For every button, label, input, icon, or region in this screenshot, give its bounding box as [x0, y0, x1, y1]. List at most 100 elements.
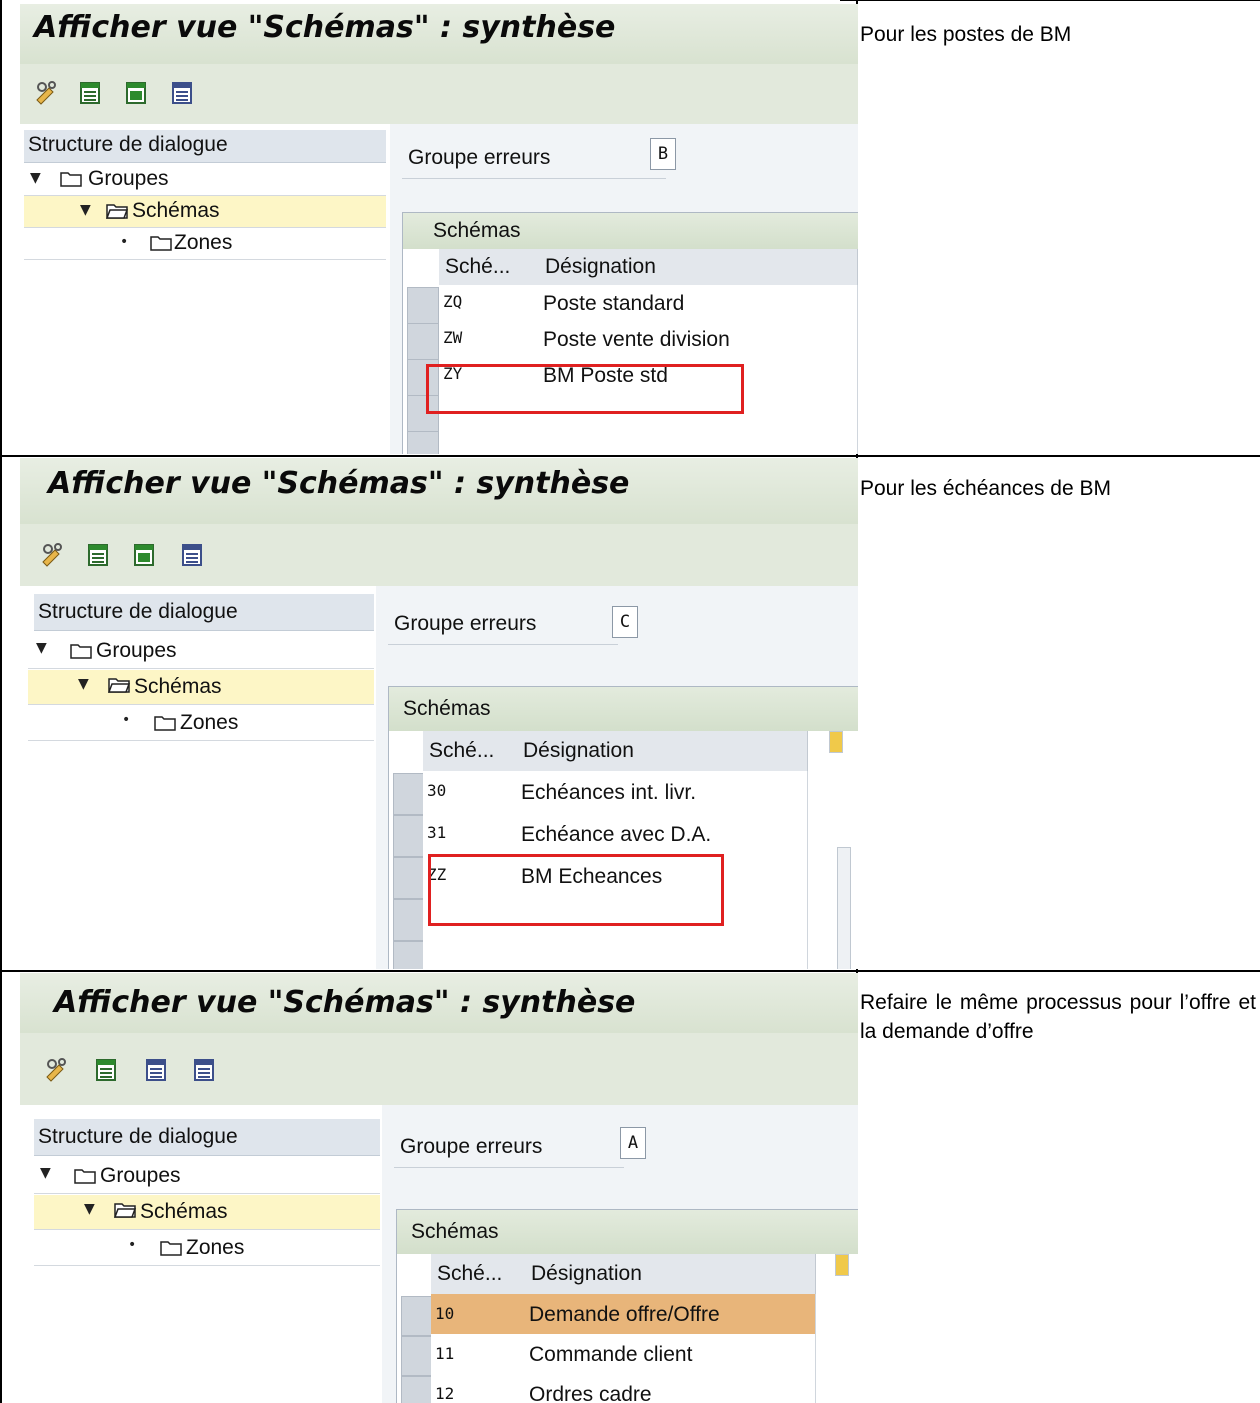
column-config-icon[interactable]	[835, 1254, 849, 1276]
dialog-structure-pane: Structure de dialogue ▼ Groupes ▼ Schéma…	[20, 1105, 382, 1403]
expand-arrow-icon[interactable]: ▼	[78, 676, 89, 692]
note-text: Refaire le même processus pour l’offre e…	[860, 991, 1256, 1043]
glasses-edit-icon[interactable]	[44, 1057, 70, 1083]
schemas-table: Schémas Sché... Désignation ZQ Poste sta…	[402, 212, 858, 454]
column-header-label: Désignation	[531, 1262, 642, 1285]
glasses-edit-icon[interactable]	[40, 542, 66, 568]
tree-node-schemas[interactable]: ▼ Schémas	[24, 196, 386, 228]
table-icon[interactable]	[86, 542, 112, 568]
table-cell-code[interactable]: ZW	[439, 321, 540, 358]
table-title: Schémas	[403, 697, 491, 720]
table-cell-designation[interactable]: Poste standard	[539, 285, 858, 322]
table-cell-code[interactable]: 31	[423, 813, 518, 856]
detail-pane: Groupe erreurs A Schémas Sché... Désigna…	[382, 1105, 858, 1403]
table-deselect-icon[interactable]	[192, 1057, 218, 1083]
column-header-code[interactable]: Sché...	[439, 249, 540, 286]
scrollbar[interactable]	[837, 847, 851, 969]
row-selector[interactable]	[393, 773, 425, 815]
row-selector[interactable]	[393, 899, 425, 941]
window-title: Afficher vue "Schémas" : synthèse	[48, 466, 630, 501]
column-header-code[interactable]: Sché...	[423, 731, 518, 772]
table-deselect-icon[interactable]	[170, 80, 196, 106]
expand-arrow-icon[interactable]: ▼	[30, 170, 41, 186]
glasses-edit-icon[interactable]	[34, 80, 60, 106]
column-header-designation[interactable]: Désignation	[525, 1254, 816, 1295]
row-selector[interactable]	[401, 1296, 433, 1336]
table-cell-designation[interactable]: Commande client	[525, 1334, 816, 1375]
row-selector[interactable]	[393, 815, 425, 857]
expand-arrow-icon[interactable]: ▼	[84, 1201, 95, 1217]
tree-node-label: Groupes	[100, 1164, 181, 1187]
tree-header: Structure de dialogue	[34, 1119, 380, 1156]
tree-node-label: Zones	[186, 1236, 245, 1259]
expand-arrow-icon[interactable]: ▼	[40, 1165, 51, 1181]
tree-node-zones[interactable]: • Zones	[28, 706, 374, 741]
sap-screenshot: Afficher vue "Schémas" : synthèse Struct…	[20, 973, 858, 1403]
error-group-field: Groupe erreurs	[394, 1127, 624, 1168]
table-select-icon[interactable]	[124, 80, 150, 106]
row-selector[interactable]	[401, 1336, 433, 1376]
table-icon[interactable]	[94, 1057, 120, 1083]
toolbar	[20, 1033, 858, 1106]
column-config-icon[interactable]	[829, 731, 843, 753]
table-title-bar: Schémas	[389, 687, 858, 731]
table-cell-designation[interactable]: Demande offre/Offre	[525, 1294, 816, 1335]
row-selector[interactable]	[407, 323, 439, 360]
cell-value: 31	[427, 823, 447, 842]
row-selector[interactable]	[393, 941, 425, 969]
tree-node-groupes[interactable]: ▼ Groupes	[28, 634, 374, 669]
table-cell-empty[interactable]	[517, 939, 808, 969]
table-icon[interactable]	[78, 80, 104, 106]
dialog-structure-pane: Structure de dialogue ▼ Groupes ▼ Schéma…	[20, 586, 376, 969]
row-selector[interactable]	[401, 1376, 433, 1403]
error-group-value[interactable]: C	[612, 606, 638, 638]
tree-node-label: Zones	[174, 231, 233, 254]
dialog-structure-pane: Structure de dialogue ▼ Groupes ▼ Schéma…	[20, 124, 390, 454]
tree-node-schemas[interactable]: ▼ Schémas	[34, 1195, 380, 1230]
note-text: Pour les échéances de BM	[860, 477, 1111, 500]
tree-node-schemas[interactable]: ▼ Schémas	[28, 670, 374, 705]
table-row-divider	[0, 455, 1260, 457]
row-selector[interactable]	[407, 431, 439, 454]
column-header-code[interactable]: Sché...	[431, 1254, 526, 1295]
row-selector[interactable]	[407, 287, 439, 324]
table-cell-empty[interactable]	[539, 429, 858, 454]
table-cell-code[interactable]: 10	[431, 1294, 526, 1335]
table-cell-empty[interactable]	[423, 939, 518, 969]
table-cell-code[interactable]: 30	[423, 771, 518, 814]
error-group-value[interactable]: B	[650, 138, 676, 170]
row-selector[interactable]	[393, 857, 425, 899]
window-title: Afficher vue "Schémas" : synthèse	[34, 10, 616, 45]
tree-node-groupes[interactable]: ▼ Groupes	[24, 164, 386, 196]
expand-arrow-icon[interactable]: ▼	[80, 202, 91, 218]
column-header-designation[interactable]: Désignation	[539, 249, 858, 286]
table-cell-empty[interactable]	[439, 429, 540, 454]
table-deselect-icon[interactable]	[180, 542, 206, 568]
expand-arrow-icon[interactable]: ▼	[36, 640, 47, 656]
table-cell-designation[interactable]: Poste vente division	[539, 321, 858, 358]
table-cell-code[interactable]: 12	[431, 1374, 526, 1403]
table-row-divider	[0, 970, 1260, 972]
column-header-designation[interactable]: Désignation	[517, 731, 808, 772]
cell-value: 12	[435, 1384, 455, 1403]
table-cell-designation[interactable]: Echéances int. livr.	[517, 771, 808, 814]
window-title-bar: Afficher vue "Schémas" : synthèse	[20, 4, 858, 64]
error-group-value[interactable]: A	[620, 1127, 646, 1159]
table-cell-code[interactable]: ZQ	[439, 285, 540, 322]
cell-value: 10	[435, 1304, 455, 1323]
table-select-icon[interactable]	[144, 1057, 170, 1083]
tree-node-groupes[interactable]: ▼ Groupes	[34, 1159, 380, 1194]
tree-node-label: Groupes	[88, 167, 169, 190]
tree-node-zones[interactable]: • Zones	[24, 228, 386, 260]
toolbar	[20, 64, 858, 125]
tree-header-label: Structure de dialogue	[38, 600, 238, 623]
folder-icon	[74, 1169, 96, 1184]
table-cell-designation[interactable]: Ordres cadre	[525, 1374, 816, 1403]
table-select-icon[interactable]	[132, 542, 158, 568]
cell-value: Poste standard	[543, 292, 685, 315]
tree-node-label: Schémas	[140, 1200, 228, 1223]
table-cell-code[interactable]: 11	[431, 1334, 526, 1375]
table-cell-designation[interactable]: Echéance avec D.A.	[517, 813, 808, 856]
tree-node-zones[interactable]: • Zones	[34, 1231, 380, 1266]
column-header-label: Sché...	[445, 255, 511, 278]
